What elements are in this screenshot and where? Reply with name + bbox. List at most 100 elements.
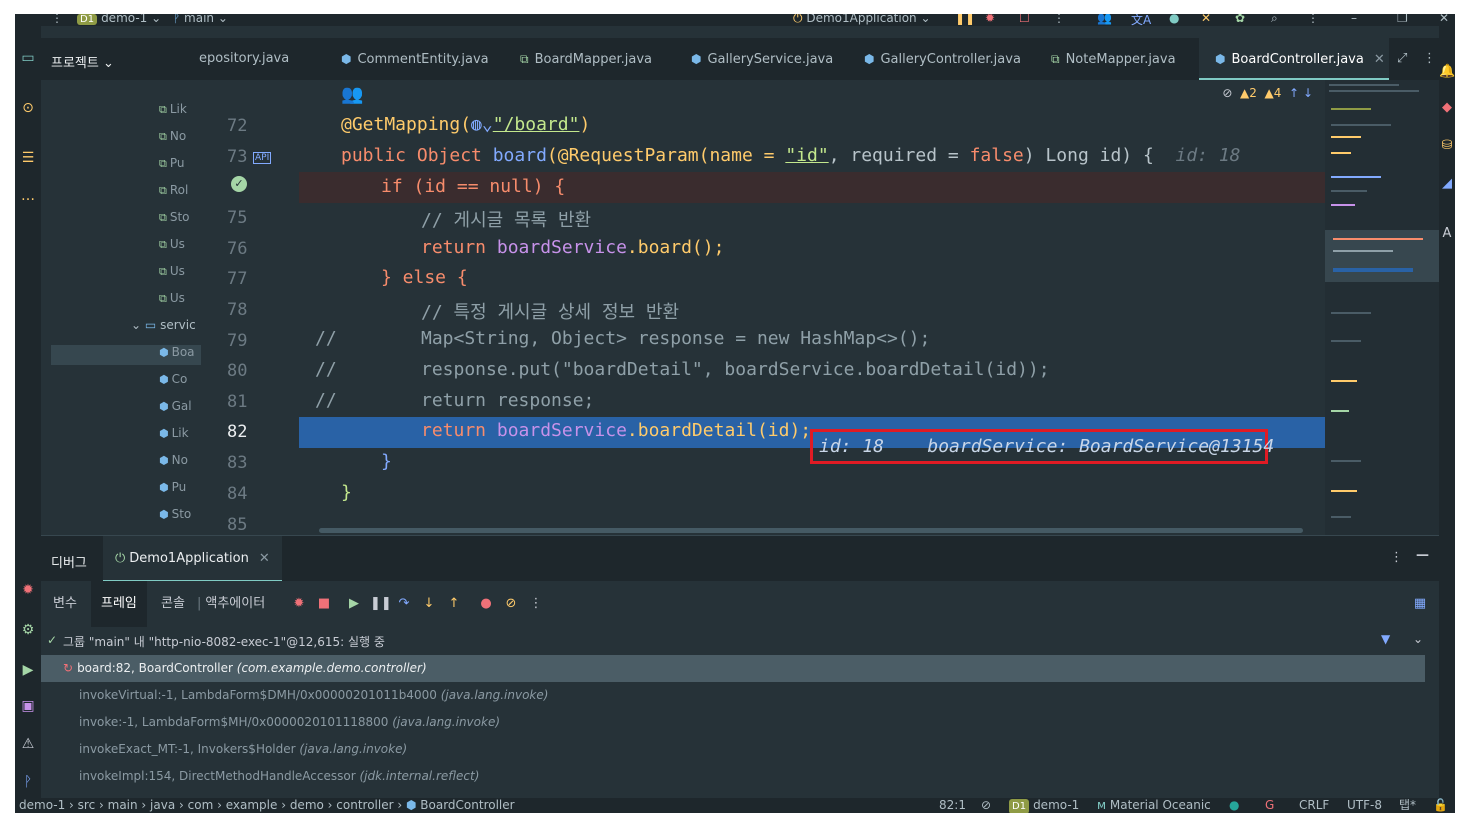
ai-assistant-icon[interactable]: ◆ — [1439, 100, 1455, 115]
tree-node[interactable]: ⬢ Co — [159, 372, 187, 392]
tab-actuator[interactable]: | 액추에이터 — [197, 581, 275, 627]
tree-node[interactable]: ⧉ Rol — [159, 183, 188, 203]
step-over-icon[interactable]: ↷ — [395, 595, 413, 613]
step-into-icon[interactable]: ↓ — [420, 595, 438, 613]
tree-node[interactable]: ⧉ Lik — [159, 102, 187, 122]
tab-frames[interactable]: 프레임 — [91, 581, 147, 627]
breadcrumb-item[interactable]: controller — [336, 798, 393, 812]
close-session-icon[interactable]: ✕ — [259, 551, 270, 566]
assistant-icon[interactable]: ● — [1169, 14, 1179, 25]
line-separator[interactable]: CRLF — [1299, 798, 1329, 813]
project-view-icon[interactable]: ▭ — [18, 48, 38, 68]
resume-icon[interactable]: ▶ — [345, 595, 363, 613]
breadcrumb-item[interactable]: demo-1 — [19, 798, 65, 812]
globe-icon[interactable]: ◍⌄ — [471, 114, 493, 135]
run-tool-icon[interactable]: ▶ — [18, 660, 38, 680]
lock-icon[interactable]: 🔓 — [1433, 798, 1448, 813]
restore-icon[interactable]: ❐ — [1397, 14, 1408, 25]
minimize-icon[interactable]: – — [1351, 14, 1357, 25]
debug-icon[interactable]: ✹ — [985, 14, 995, 25]
chevron-down-icon[interactable]: ⌄ — [1413, 632, 1423, 646]
tab-options-icon[interactable]: ⋮ — [1407, 38, 1436, 80]
frame-row[interactable]: invokeImpl:154, DirectMethodHandleAccess… — [41, 763, 1425, 790]
tree-node[interactable]: ⬢ No — [159, 453, 188, 473]
run-config-selector[interactable]: ⏻ Demo1Application ⌄ — [793, 14, 931, 26]
breadcrumb-item[interactable]: example — [226, 798, 278, 812]
more-debug-icon[interactable]: ⋮ — [527, 595, 545, 613]
tree-node[interactable]: ⧉ Pu — [159, 156, 185, 176]
project-switcher[interactable]: D1 demo-1 ⌄ — [77, 14, 161, 25]
tree-node-package[interactable]: ⌄ ▭ servic — [131, 318, 196, 338]
main-menu-icon[interactable]: ⋮ — [51, 14, 63, 25]
tab-board-controller[interactable]: ⬢ BoardController.java ✕ — [1199, 38, 1389, 80]
verified-breakpoint-icon[interactable]: ✓ — [231, 176, 247, 192]
tree-node[interactable]: ⧉ Us — [159, 237, 185, 257]
close-window-icon[interactable]: ✕ — [1439, 14, 1449, 25]
terminal-icon[interactable]: ▣ — [18, 696, 38, 716]
pause-icon[interactable]: ❚❚ — [955, 14, 975, 25]
breadcrumb-item[interactable]: BoardController — [420, 798, 514, 812]
caret-position[interactable]: 82:1 — [939, 798, 966, 813]
indent-setting[interactable]: 탭* — [1399, 798, 1416, 813]
tree-node[interactable]: ⬢ Sto — [159, 507, 191, 527]
pause-program-icon[interactable]: ❚❚ — [370, 595, 392, 613]
settings-more-icon[interactable]: ⋮ — [1307, 14, 1319, 25]
file-encoding[interactable]: UTF-8 — [1347, 798, 1382, 813]
tab-variables[interactable]: 변수 — [43, 581, 87, 627]
step-out-icon[interactable]: ↑ — [445, 595, 463, 613]
view-breakpoints-icon[interactable]: ● — [477, 595, 495, 613]
maximize-editor-icon[interactable]: ⤢ — [1381, 38, 1407, 80]
api-icon[interactable]: API — [253, 152, 272, 164]
services-icon[interactable]: ⚙ — [18, 620, 38, 640]
breadcrumb-item[interactable]: demo — [290, 798, 324, 812]
breadcrumb-item[interactable]: java — [150, 798, 175, 812]
frame-row[interactable]: invokeExact_MT:-1, Invokers$Holder (java… — [41, 736, 1425, 763]
breadcrumb-item[interactable]: src — [78, 798, 96, 812]
tab-repository[interactable]: epository.java — [195, 38, 289, 80]
branch-switcher[interactable]: ᚹ main ⌄ — [173, 14, 228, 25]
code-editor[interactable]: 72 73 API ✓ 75 76 77 78 79 80 81 82 83 8… — [201, 80, 1325, 535]
inspection-widget[interactable]: ⊘ ▲2 ▲4 ↑ ↓ — [1222, 86, 1313, 100]
horizontal-scrollbar[interactable] — [319, 528, 1303, 533]
tab-board-mapper[interactable]: ⧉ BoardMapper.java — [504, 38, 652, 80]
project-panel-title[interactable]: 프로젝트 ⌄ — [51, 52, 114, 71]
hide-panel-icon[interactable]: — — [1416, 548, 1429, 563]
debug-session-tab[interactable]: ⏻ Demo1Application ✕ — [103, 536, 282, 582]
rerun-debug-icon[interactable]: ✹ — [290, 595, 308, 613]
translate-side-icon[interactable]: A — [1439, 226, 1455, 241]
notifications-icon[interactable]: 🔔 — [1439, 64, 1455, 79]
tab-gallery-service[interactable]: ⬢ GalleryService.java — [675, 38, 833, 80]
more-icon[interactable]: ⋮ — [1053, 14, 1065, 25]
assistant-status-icon[interactable]: ● — [1229, 798, 1239, 813]
database-icon[interactable]: ⛁ — [1439, 138, 1455, 153]
google-icon[interactable]: G — [1265, 798, 1274, 813]
stop-icon[interactable]: ■ — [315, 595, 333, 613]
translate-icon[interactable]: 文A — [1131, 14, 1151, 28]
frame-row[interactable]: invokeVirtual:-1, LambdaForm$DMH/0x00000… — [41, 682, 1425, 709]
tab-gallery-controller[interactable]: ⬢ GalleryController.java — [848, 38, 1021, 80]
problems-icon[interactable]: ⚠ — [18, 734, 38, 754]
search-icon[interactable]: ⌕ — [1271, 14, 1278, 26]
layout-settings-icon[interactable]: ▦ — [1411, 595, 1429, 613]
git-icon[interactable]: ᚹ — [18, 772, 38, 792]
tree-node[interactable]: ⬢ Pu — [159, 480, 186, 500]
breadcrumb-item[interactable]: main — [108, 798, 138, 812]
breadcrumb-item[interactable]: com — [188, 798, 214, 812]
tree-node[interactable]: ⧉ Sto — [159, 210, 190, 230]
code-minimap[interactable] — [1325, 80, 1439, 535]
frame-row-current[interactable]: ↻ board:82, BoardController (com.example.… — [41, 655, 1425, 682]
tree-node-selected[interactable]: ⬢ Boa — [51, 345, 201, 365]
editor-gutter[interactable]: 72 73 API ✓ 75 76 77 78 79 80 81 82 83 8… — [201, 80, 299, 535]
gradle-icon[interactable]: ◢ — [1439, 176, 1455, 191]
stop-icon[interactable]: ☐ — [1019, 14, 1030, 25]
status-project[interactable]: D1 demo-1 — [1009, 798, 1079, 813]
readonly-toggle-icon[interactable]: ⊘ — [981, 798, 991, 813]
theme-indicator[interactable]: ᴍ Material Oceanic — [1097, 798, 1211, 813]
frame-row[interactable]: invoke:-1, LambdaForm$MH/0x0000020101118… — [41, 709, 1425, 736]
filter-icon[interactable]: ▼ — [1381, 632, 1390, 646]
collab-icon[interactable]: 👥 — [1097, 14, 1112, 25]
tab-note-mapper[interactable]: ⧉ NoteMapper.java — [1035, 38, 1176, 80]
structure-icon[interactable]: ☰ — [18, 148, 38, 168]
tree-node[interactable]: ⬢ Lik — [159, 426, 189, 446]
tree-node[interactable]: ⧉ Us — [159, 264, 185, 284]
